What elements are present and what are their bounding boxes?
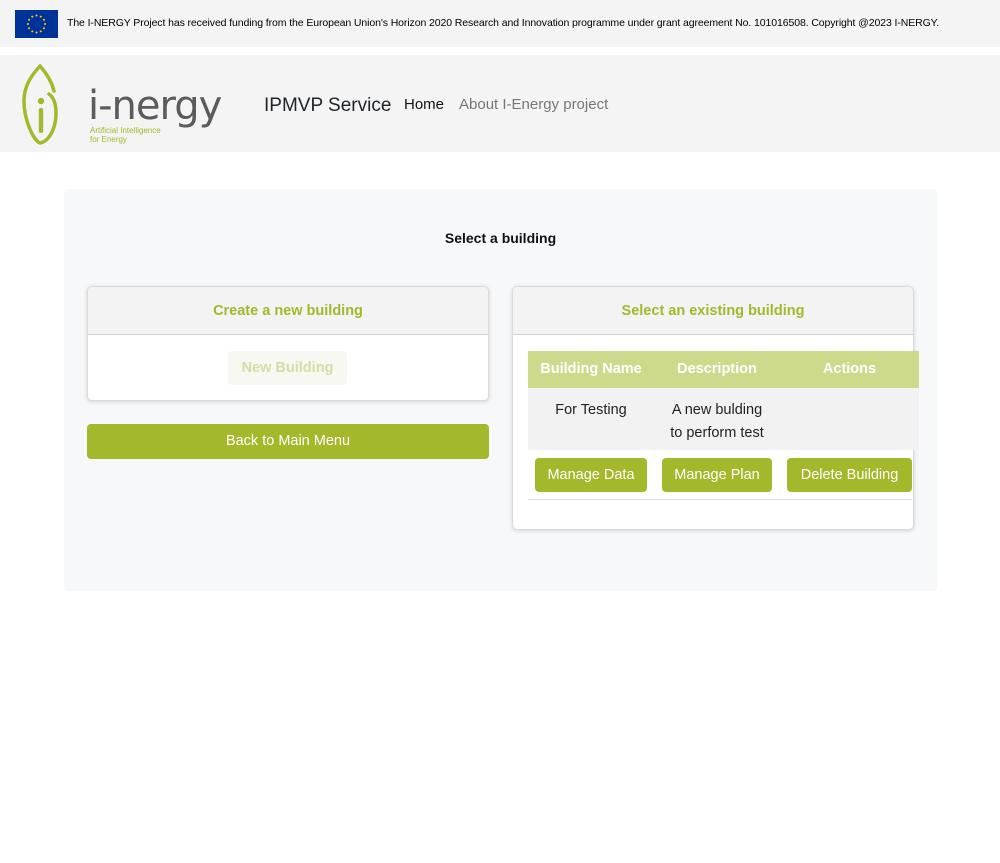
description-line-2: to perform test: [670, 425, 764, 441]
back-to-main-menu-button[interactable]: Back to Main Menu: [87, 424, 489, 459]
eu-funding-bar: The I-NERGY Project has received funding…: [0, 0, 1000, 47]
building-name-cell: For Testing: [555, 402, 627, 418]
building-actions-row: Manage Data Manage Plan Delete Building: [528, 450, 912, 500]
column-header-actions: Actions: [822, 361, 877, 377]
brand-title[interactable]: IPMVP Service: [264, 95, 391, 117]
nav-link-about[interactable]: About I-Energy project: [459, 96, 608, 113]
logo-tagline-1: Artificial Intelligence: [90, 126, 161, 135]
page-title: Select a building: [444, 230, 557, 246]
actions-cell: [780, 388, 919, 450]
create-building-card: Create a new building New Building: [87, 286, 489, 401]
building-selection-panel: Select a building Create a new building …: [64, 189, 937, 591]
i-nergy-logo[interactable]: i-nergy Artificial Intelligence for Ener…: [20, 63, 225, 147]
column-header-building-name: Building Name: [540, 361, 642, 377]
table-row[interactable]: For Testing A new bulding to perform tes…: [528, 388, 919, 450]
funding-text: The I-NERGY Project has received funding…: [67, 17, 940, 29]
column-header-description: Description: [677, 361, 757, 377]
navbar: i-nergy Artificial Intelligence for Ener…: [0, 55, 1000, 152]
logo-tagline-2: for Energy: [90, 135, 127, 144]
delete-building-button[interactable]: Delete Building: [787, 458, 912, 492]
existing-building-header: Select an existing building: [513, 287, 913, 335]
logo-wordmark: i-nergy: [88, 83, 222, 129]
existing-building-card: Select an existing building Building Nam…: [512, 286, 919, 530]
create-building-header: Create a new building: [88, 287, 488, 335]
new-building-button[interactable]: New Building: [228, 351, 347, 385]
eu-flag-icon: [15, 10, 58, 38]
description-line-1: A new bulding: [671, 402, 763, 418]
buildings-table: Building Name Description Actions For Te…: [528, 351, 919, 500]
table-header-row: Building Name Description Actions: [528, 351, 919, 388]
manage-data-button[interactable]: Manage Data: [535, 458, 647, 492]
description-cell: A new bulding to perform test: [654, 388, 780, 450]
nav-link-home[interactable]: Home: [404, 96, 444, 113]
manage-plan-button[interactable]: Manage Plan: [662, 458, 772, 492]
